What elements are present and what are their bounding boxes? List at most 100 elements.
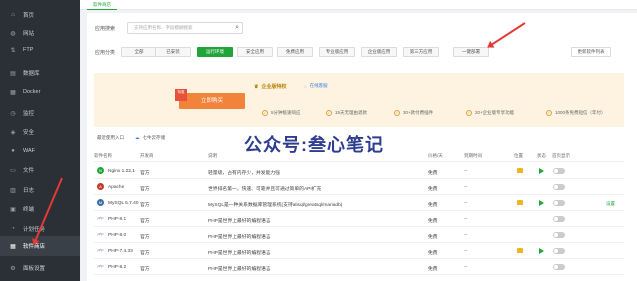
- table-row: M MySQL 5.7.40 官方 MySQL是一种关系数据库管理系统(支持alisq…: [94, 196, 624, 211]
- software-name: PHP-8.2: [108, 265, 127, 270]
- table-row: php PHP-8.2 官方 PHP是世界上最好的编程语言 免费 --: [94, 260, 624, 275]
- banner-feature-2: ✓ 30+款付费插件: [394, 110, 434, 116]
- column-header: 首页显示: [552, 153, 570, 158]
- buy-now-button[interactable]: 立即购买: [179, 93, 245, 109]
- expire: --: [464, 249, 468, 254]
- banner-feature-1: ✓ 15天无理由退款: [326, 110, 368, 116]
- sidebar-item-5[interactable]: ◷ 监控: [0, 103, 80, 123]
- category-tab-3[interactable]: 安全应用: [237, 47, 273, 57]
- column-header: 价格/天: [428, 153, 443, 158]
- monitor-icon: ◷: [10, 110, 16, 117]
- column-header: 开发商: [140, 153, 154, 158]
- column-header: 说明: [208, 153, 217, 158]
- expire: --: [464, 217, 468, 222]
- sidebar-item-13[interactable]: ⚙ 面板设置: [0, 258, 80, 278]
- sidebar-item-10[interactable]: ▣ 终端: [0, 199, 80, 219]
- sidebar-item-label: FTP: [23, 47, 34, 53]
- main-content: 软件商店 应用搜索 支持应用名称、字段模糊搜索 ⌕ 应用分类 全部 已安装 运行环境…: [80, 0, 637, 281]
- sidebar-item-label: WAF: [23, 148, 36, 154]
- terminal-icon: ▣: [10, 206, 16, 213]
- homepage-toggle[interactable]: [553, 232, 565, 238]
- sidebar-item-label: Docker: [23, 89, 41, 95]
- sidebar-item-2[interactable]: ⇅ FTP: [0, 40, 80, 60]
- sidebar-item-7[interactable]: ● WAF: [0, 141, 80, 161]
- play-icon[interactable]: [539, 200, 544, 206]
- homepage-toggle[interactable]: [553, 168, 565, 174]
- home-icon: ⌂: [11, 12, 15, 18]
- software-name: PHP-8.0: [108, 233, 127, 238]
- homepage-toggle[interactable]: [553, 248, 565, 254]
- vendor: 官方: [140, 203, 150, 208]
- feature-icon: ✓: [326, 110, 332, 116]
- category-tab-4[interactable]: 免费应用: [277, 47, 313, 57]
- homepage-toggle[interactable]: [553, 200, 565, 206]
- sidebar-item-label: 日志: [23, 188, 35, 194]
- folder-icon: ▭: [10, 167, 16, 174]
- search-input[interactable]: 支持应用名称、字段模糊搜索 ⌕: [127, 22, 243, 34]
- tab-software-store[interactable]: 软件商店: [87, 0, 117, 10]
- description: 世界排名第一，快速、可靠并且可通过简单的API扩充: [208, 187, 322, 192]
- sidebar-item-6[interactable]: ◈ 安全: [0, 122, 80, 142]
- sidebar-item-label: 监控: [23, 111, 35, 117]
- expire: --: [464, 169, 468, 174]
- category-tab-7[interactable]: 第三方应用: [403, 47, 439, 57]
- category-tab-0[interactable]: 全部: [121, 47, 157, 57]
- homepage-toggle[interactable]: [553, 264, 565, 270]
- expire: --: [464, 185, 468, 190]
- store-panel: 应用搜索 支持应用名称、字段模糊搜索 ⌕ 应用分类 全部 已安装 运行环境 安全应用免…: [87, 13, 637, 281]
- top-tab-strip: 软件商店: [80, 0, 637, 10]
- online-service-link[interactable]: ◌ 在线客服: [304, 83, 328, 89]
- software-name: MySQL 5.7.40: [108, 201, 139, 206]
- category-tab-8[interactable]: 一键部署: [453, 47, 489, 57]
- php-icon: php: [97, 248, 104, 252]
- recent-entry-link[interactable]: 最近使用入口: [97, 135, 124, 141]
- play-icon[interactable]: [539, 168, 544, 174]
- cloud-icon: ☁: [135, 135, 140, 140]
- database-icon: ▤: [10, 70, 16, 77]
- table-row: php PHP-7.4.33 官方 PHP是世界上最好的编程语言 免费 --: [94, 244, 624, 259]
- folder-icon[interactable]: [517, 200, 523, 205]
- php-icon: php: [97, 216, 104, 220]
- price: 免费: [428, 267, 438, 272]
- software-icon: M: [97, 199, 104, 206]
- sidebar-item-label: 数据库: [23, 71, 40, 77]
- sidebar-item-12[interactable]: ▦ 软件商店: [0, 236, 80, 256]
- php-icon: php: [97, 232, 104, 236]
- software-name: PHP-8.1: [108, 217, 127, 222]
- homepage-toggle[interactable]: [553, 216, 565, 222]
- price: 免费: [428, 203, 438, 208]
- sidebar-item-label: 终端: [23, 207, 35, 213]
- sidebar-item-label: 面板设置: [23, 266, 46, 272]
- table-header: 软件名称 开发商 说明 价格/天 到期时间 位置 状态 首页显示: [94, 151, 624, 162]
- category-tab-5[interactable]: 专业版应用: [319, 47, 355, 57]
- search-icon[interactable]: ⌕: [235, 24, 239, 32]
- homepage-toggle[interactable]: [553, 184, 565, 190]
- play-icon[interactable]: [539, 248, 544, 254]
- setting-link[interactable]: 设置: [606, 201, 615, 207]
- description: PHP是世界上最好的编程语言: [208, 219, 271, 224]
- category-tab-6[interactable]: 企业版应用: [361, 47, 397, 57]
- folder-icon[interactable]: [517, 168, 523, 173]
- qiniu-link[interactable]: ☁ 七牛云存储: [135, 135, 165, 141]
- expire: --: [464, 233, 468, 238]
- update-list-button[interactable]: 更新软件列表: [571, 47, 611, 57]
- category-tab-1[interactable]: 已安装: [155, 47, 191, 57]
- php-icon: php: [97, 264, 104, 268]
- table-row: php PHP-8.0 官方 PHP是世界上最好的编程语言 免费 --: [94, 228, 624, 243]
- price: 免费: [428, 251, 438, 256]
- sidebar-item-8[interactable]: ▭ 文件: [0, 160, 80, 180]
- search-label: 应用搜索: [95, 26, 116, 32]
- category-tab-2[interactable]: 运行环境: [197, 47, 233, 57]
- crown-icon: ♛: [254, 83, 259, 90]
- sidebar-item-0[interactable]: ⌂ 首页: [0, 5, 80, 25]
- sidebar-item-4[interactable]: ▦ Docker: [0, 82, 80, 102]
- vendor: 官方: [140, 235, 150, 240]
- sidebar-item-3[interactable]: ▤ 数据库: [0, 63, 80, 83]
- column-header: 状态: [537, 153, 546, 158]
- ftp-icon: ⇅: [10, 47, 16, 54]
- table-row: A Apache 官方 世界排名第一，快速、可靠并且可通过简单的API扩充 免费 --: [94, 180, 624, 195]
- folder-icon[interactable]: [517, 248, 523, 253]
- vendor: 官方: [140, 267, 150, 272]
- sidebar-item-9[interactable]: ▥ 日志: [0, 180, 80, 200]
- column-header: 到期时间: [464, 153, 482, 158]
